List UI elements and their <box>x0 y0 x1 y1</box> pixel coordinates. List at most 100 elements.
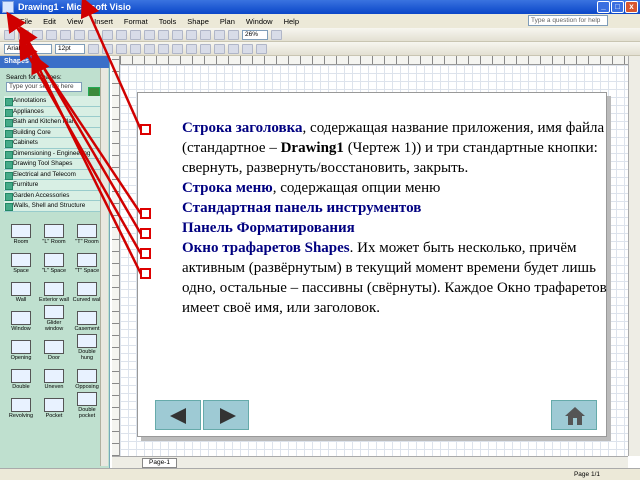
shape-t-room[interactable]: "T" Room <box>72 218 102 245</box>
line-ends-icon[interactable] <box>242 43 253 54</box>
cut-icon[interactable] <box>88 29 99 40</box>
connector-icon[interactable] <box>186 29 197 40</box>
text-color-icon[interactable] <box>172 43 183 54</box>
shapes-scrollbar[interactable] <box>100 68 108 466</box>
shape-double-pocket[interactable]: Double pocket <box>72 391 102 419</box>
shape-glider-window[interactable]: Glider window <box>39 304 69 332</box>
shape-exterior-wall[interactable]: Exterior wall <box>39 276 69 303</box>
underline-icon[interactable] <box>116 43 127 54</box>
align-left-icon[interactable] <box>130 43 141 54</box>
open-icon[interactable] <box>18 29 29 40</box>
shapes-window-title[interactable]: Shapes <box>0 56 109 68</box>
paste-icon[interactable] <box>116 29 127 40</box>
new-icon[interactable] <box>4 29 15 40</box>
fill-color-icon[interactable] <box>200 43 211 54</box>
vertical-scrollbar[interactable] <box>628 56 640 456</box>
shape-room[interactable]: Room <box>6 218 36 245</box>
shape-curved-wall[interactable]: Curved wall <box>72 276 102 303</box>
line-color-icon[interactable] <box>186 43 197 54</box>
shape-casement[interactable]: Casement <box>72 305 102 332</box>
align-right-icon[interactable] <box>158 43 169 54</box>
shape-uneven[interactable]: Uneven <box>39 363 69 390</box>
menu-plan[interactable]: Plan <box>220 17 235 26</box>
menu-insert[interactable]: Insert <box>94 17 113 26</box>
home-button[interactable] <box>551 400 597 430</box>
stencil-drawing-tools[interactable]: Drawing Tool Shapes <box>4 159 101 170</box>
menu-edit[interactable]: Edit <box>43 17 56 26</box>
stencil-annotations[interactable]: Annotations <box>4 96 101 107</box>
stencil-bath-kitchen[interactable]: Bath and Kitchen Plan <box>4 117 101 128</box>
shape-door[interactable]: Door <box>39 334 69 361</box>
shape-opening[interactable]: Opening <box>6 334 36 361</box>
zoom-select[interactable]: 26% <box>242 29 268 40</box>
stencil-dimensioning[interactable]: Dimensioning - Engineering <box>4 148 101 159</box>
redo-icon[interactable] <box>158 29 169 40</box>
minimize-button[interactable]: _ <box>597 1 610 13</box>
menu-file[interactable]: File <box>20 17 32 26</box>
t-room-icon <box>77 223 97 238</box>
spelling-icon[interactable] <box>74 29 85 40</box>
stencil-cabinets[interactable]: Cabinets <box>4 138 101 149</box>
shape-double[interactable]: Double <box>6 363 36 390</box>
horizontal-scrollbar[interactable]: Page-1 <box>112 456 628 468</box>
shape-t-space[interactable]: "T" Space <box>72 247 102 274</box>
italic-icon[interactable] <box>102 43 113 54</box>
line-weight-icon[interactable] <box>214 43 225 54</box>
font-size-select[interactable]: 12pt <box>55 43 85 54</box>
font-select[interactable]: Arial <box>4 43 52 54</box>
stencil-walls[interactable]: Walls, Shell and Structure <box>4 201 101 212</box>
shapes-icon[interactable] <box>228 29 239 40</box>
status-bar: Page 1/1 <box>0 468 640 480</box>
shapes-search-input[interactable]: Type your search here <box>6 82 82 92</box>
wall-icon <box>11 281 31 296</box>
shape-l-space[interactable]: "L" Space <box>39 247 69 274</box>
help-search-input[interactable]: Type a question for help <box>528 15 608 26</box>
menu-help[interactable]: Help <box>284 17 299 26</box>
stencil-appliances[interactable]: Appliances <box>4 106 101 117</box>
close-button[interactable]: x <box>625 1 638 13</box>
shape-l-room[interactable]: "L" Room <box>39 218 69 245</box>
preview-icon[interactable] <box>60 29 71 40</box>
maximize-button[interactable]: □ <box>611 1 624 13</box>
stencil-electrical[interactable]: Electrical and Telecom <box>4 169 101 180</box>
bold-icon[interactable] <box>88 43 99 54</box>
t-space-icon <box>77 252 97 267</box>
shape-window[interactable]: Window <box>6 305 36 332</box>
shape-pocket[interactable]: Pocket <box>39 392 69 419</box>
shape-label: Opposing <box>75 383 99 390</box>
menu-shape[interactable]: Shape <box>187 17 209 26</box>
help-icon[interactable] <box>271 29 282 40</box>
home-icon <box>565 407 585 425</box>
align-center-icon[interactable] <box>144 43 155 54</box>
shape-opposing[interactable]: Opposing <box>72 363 102 390</box>
stencil-furniture[interactable]: Furniture <box>4 180 101 191</box>
page-tab[interactable]: Page-1 <box>142 457 177 468</box>
text-tool-icon[interactable] <box>200 29 211 40</box>
menu-view[interactable]: View <box>67 17 83 26</box>
copy-icon[interactable] <box>102 29 113 40</box>
visio-app-icon[interactable] <box>2 1 14 13</box>
menu-tools[interactable]: Tools <box>159 17 177 26</box>
save-icon[interactable] <box>32 29 43 40</box>
menu-format[interactable]: Format <box>124 17 148 26</box>
item-text: , содержащая опции меню <box>272 180 441 196</box>
back-button[interactable] <box>155 400 201 430</box>
line-pattern-icon[interactable] <box>228 43 239 54</box>
pointer-icon[interactable] <box>172 29 183 40</box>
shadow-color-icon[interactable] <box>256 43 267 54</box>
menu-window[interactable]: Window <box>246 17 273 26</box>
stencil-building-core[interactable]: Building Core <box>4 127 101 138</box>
format-painter-icon[interactable] <box>130 29 141 40</box>
undo-icon[interactable] <box>144 29 155 40</box>
forward-button[interactable] <box>203 400 249 430</box>
item-title-bar: Строка заголовка, содержащая название пр… <box>182 118 607 178</box>
pocket-door-icon <box>44 397 64 412</box>
arrow-left-icon <box>170 408 186 424</box>
shape-space[interactable]: Space <box>6 247 36 274</box>
line-tool-icon[interactable] <box>214 29 225 40</box>
shape-revolving[interactable]: Revolving <box>6 392 36 419</box>
stencil-garden[interactable]: Garden Accessories <box>4 190 101 201</box>
print-icon[interactable] <box>46 29 57 40</box>
shape-wall[interactable]: Wall <box>6 276 36 303</box>
shape-double-hung[interactable]: Double hung <box>72 333 102 361</box>
